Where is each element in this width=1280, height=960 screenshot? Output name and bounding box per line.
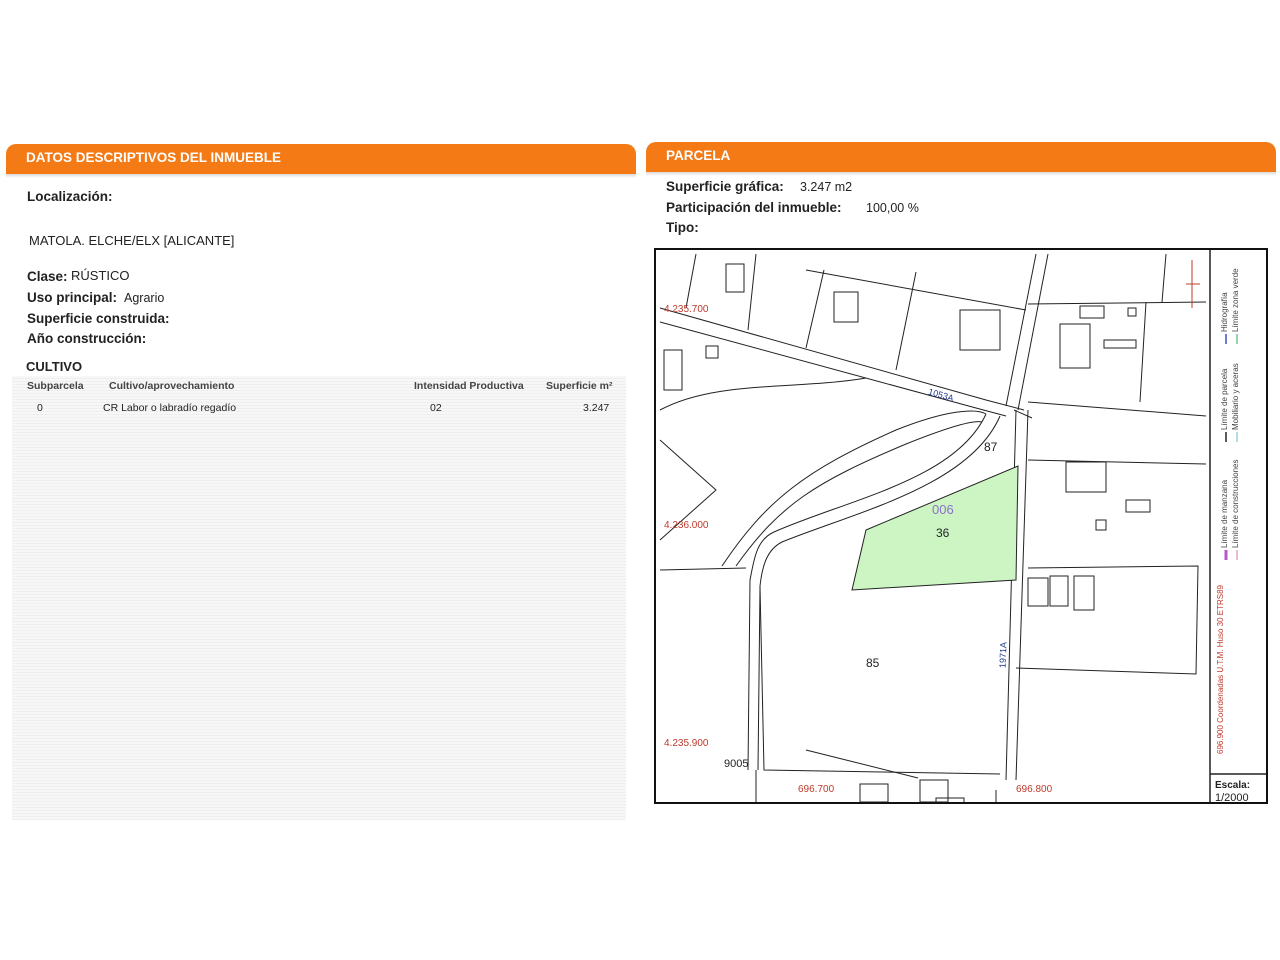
coord-x-left-label: 696.700 — [798, 784, 835, 795]
cultivo-table: Subparcela Cultivo/aprovechamiento Inten… — [12, 376, 626, 820]
legend-hidrografia: Hidrografía — [1220, 292, 1229, 332]
legend-limite-zona-verde: Límite zona verde — [1231, 268, 1240, 332]
superficie-grafica-label: Superficie gráfica: — [666, 179, 784, 194]
cell-intensidad: 02 — [430, 402, 442, 414]
neighbor-9005-label: 9005 — [724, 758, 749, 770]
escala-value: 1/2000 — [1215, 792, 1249, 804]
cadastral-map[interactable]: 006 36 87 85 9005 1053A 1971A 4.235.700 … — [654, 248, 1268, 804]
parcel-number-label: 36 — [936, 526, 950, 540]
legend-mobiliario: Mobiliario y aceras — [1231, 363, 1240, 430]
coord-y-bottom-label: 4.235.900 — [664, 738, 709, 749]
map-drawing — [659, 250, 1266, 802]
clase-label: Clase: — [27, 269, 68, 284]
superficie-grafica-value: 3.247 m2 — [800, 180, 853, 194]
cultivo-title: CULTIVO — [26, 359, 83, 374]
coord-x-right-label: 696.800 — [1016, 784, 1053, 795]
superficie-construida-label: Superficie construida: — [27, 311, 170, 326]
participacion-value: 100,00 % — [866, 201, 919, 215]
neighbor-85-label: 85 — [866, 656, 880, 670]
escala-label: Escala: — [1215, 780, 1251, 791]
panel-title-datos: DATOS DESCRIPTIVOS DEL INMUEBLE — [26, 150, 282, 165]
panel-title-parcela: PARCELA — [666, 148, 731, 163]
road-1971a-label: 1971A — [997, 641, 1009, 669]
localizacion-label: Localización: — [27, 189, 113, 204]
table-header-cultivo: Cultivo/aprovechamiento — [109, 380, 235, 392]
participacion-label: Participación del inmueble: — [666, 200, 842, 215]
cell-subparcela: 0 — [37, 402, 43, 414]
clase-value: RÚSTICO — [71, 268, 130, 283]
coord-y-top-label: 4.235.700 — [664, 304, 709, 315]
legend-limite-parcela: Límite de parcela — [1220, 368, 1229, 430]
neighbor-87-label: 87 — [984, 440, 998, 454]
table-header-subparcela: Subparcela — [27, 380, 84, 392]
table-header-superficie: Superficie m² — [546, 380, 613, 392]
parcel-code-label: 006 — [932, 502, 954, 517]
uso-principal-label: Uso principal: — [27, 290, 118, 305]
localizacion-value: MATOLA. ELCHE/ELX [ALICANTE] — [29, 233, 235, 248]
panel-header-datos: DATOS DESCRIPTIVOS DEL INMUEBLE — [6, 144, 636, 178]
coord-y-mid-label: 4.236.000 — [664, 520, 709, 531]
cell-cultivo: CR Labor o labradío regadío — [103, 402, 237, 414]
panel-header-parcela: PARCELA — [646, 142, 1276, 176]
tipo-label: Tipo: — [666, 220, 699, 235]
cell-superficie: 3.247 — [583, 402, 610, 414]
legend-limite-construcciones: Límite de construcciones — [1231, 459, 1240, 549]
legend-limite-manzana: Límite de manzana — [1220, 479, 1229, 548]
table-header-intensidad: Intensidad Productiva — [414, 380, 524, 392]
anio-construccion-label: Año construcción: — [27, 331, 147, 346]
uso-principal-value: Agrario — [124, 291, 165, 305]
